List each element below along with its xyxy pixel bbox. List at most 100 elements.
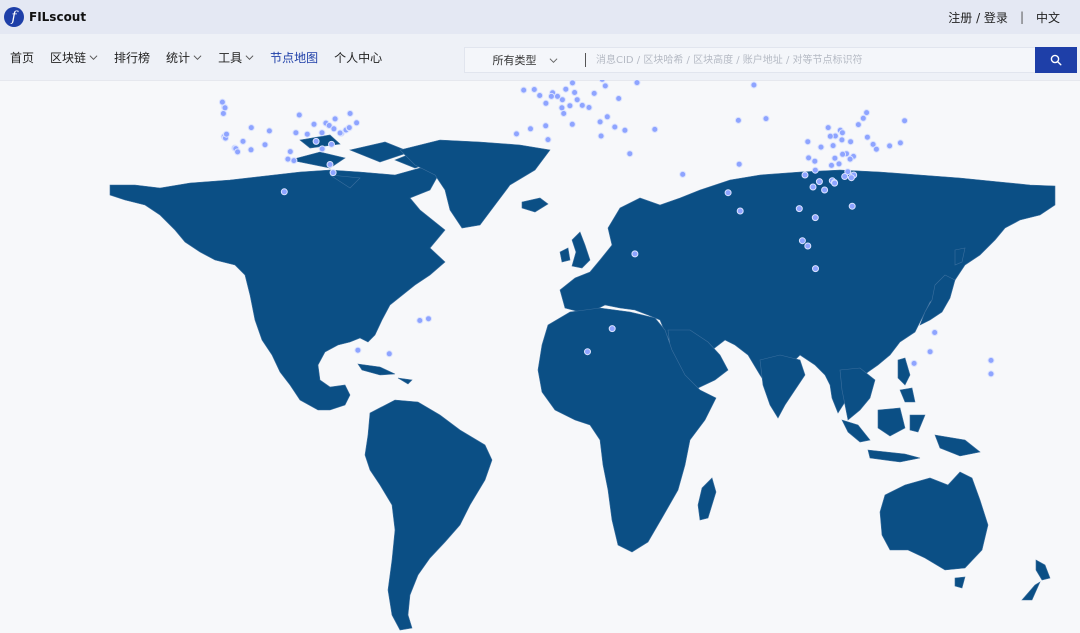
node-marker[interactable] (601, 82, 609, 90)
nav-blockchain[interactable]: 区块链 (50, 49, 98, 66)
node-marker[interactable] (331, 115, 339, 123)
node-marker[interactable] (554, 92, 561, 100)
node-marker[interactable] (219, 110, 227, 117)
search-type-select[interactable]: 所有类型 (465, 48, 585, 72)
node-marker[interactable] (804, 138, 812, 146)
node-marker[interactable] (817, 143, 825, 151)
node-marker[interactable] (633, 80, 641, 87)
node-marker[interactable] (798, 237, 806, 245)
node-marker[interactable] (838, 136, 846, 144)
node-marker[interactable] (328, 140, 335, 148)
node-marker[interactable] (542, 122, 550, 130)
node-marker[interactable] (831, 179, 839, 187)
node-marker[interactable] (821, 186, 829, 194)
node-marker[interactable] (310, 120, 318, 128)
node-marker[interactable] (247, 146, 255, 154)
node-marker[interactable] (847, 174, 855, 182)
node-marker[interactable] (815, 178, 823, 186)
node-marker[interactable] (608, 325, 616, 333)
node-marker[interactable] (354, 346, 362, 354)
node-marker[interactable] (598, 80, 606, 83)
node-marker[interactable] (536, 92, 544, 99)
nav-node-map[interactable]: 节点地图 (270, 49, 318, 66)
node-marker[interactable] (901, 117, 909, 125)
search-input[interactable] (585, 53, 1035, 67)
node-marker[interactable] (569, 80, 576, 87)
node-marker[interactable] (312, 137, 320, 145)
node-marker[interactable] (735, 160, 743, 168)
node-marker[interactable] (530, 86, 538, 93)
node-marker[interactable] (221, 104, 229, 112)
node-marker[interactable] (829, 142, 837, 150)
node-marker[interactable] (318, 145, 326, 153)
node-marker[interactable] (578, 101, 586, 109)
node-marker[interactable] (290, 157, 298, 165)
node-marker[interactable] (724, 189, 732, 197)
node-marker[interactable] (326, 161, 334, 168)
node-marker[interactable] (987, 370, 995, 378)
search-button[interactable] (1035, 47, 1077, 73)
node-marker[interactable] (547, 92, 555, 100)
node-marker[interactable] (863, 133, 871, 141)
node-marker[interactable] (284, 155, 292, 163)
node-marker[interactable] (590, 89, 598, 97)
node-marker[interactable] (809, 183, 817, 191)
node-marker[interactable] (854, 121, 862, 129)
nav-ranking[interactable]: 排行榜 (114, 49, 150, 66)
brand-logo[interactable]: f FILscout (4, 7, 86, 27)
language-switch[interactable]: 中文 (1036, 9, 1060, 26)
node-marker[interactable] (611, 123, 619, 131)
node-marker[interactable] (218, 98, 226, 106)
node-marker[interactable] (804, 242, 812, 250)
node-marker[interactable] (801, 171, 809, 179)
node-marker[interactable] (223, 130, 230, 138)
node-marker[interactable] (615, 95, 623, 102)
world-map-svg[interactable] (0, 80, 1080, 633)
node-marker[interactable] (566, 102, 574, 110)
node-marker[interactable] (568, 120, 576, 128)
node-marker[interactable] (651, 125, 659, 133)
nav-personal-center[interactable]: 个人中心 (334, 49, 382, 66)
node-marker[interactable] (848, 202, 856, 210)
node-marker[interactable] (736, 207, 744, 215)
node-marker[interactable] (621, 126, 629, 134)
node-marker[interactable] (247, 124, 255, 132)
node-marker[interactable] (835, 160, 843, 168)
node-marker[interactable] (345, 124, 353, 132)
node-marker[interactable] (425, 315, 432, 323)
node-marker[interactable] (805, 154, 813, 162)
node-marker[interactable] (603, 113, 611, 121)
node-marker[interactable] (679, 170, 687, 178)
node-marker[interactable] (841, 173, 849, 180)
node-marker[interactable] (527, 125, 534, 133)
node-marker[interactable] (750, 81, 758, 89)
node-marker[interactable] (987, 356, 995, 364)
node-marker[interactable] (872, 145, 880, 153)
node-marker[interactable] (385, 350, 393, 358)
node-marker[interactable] (416, 317, 424, 324)
node-marker[interactable] (826, 132, 834, 140)
node-marker[interactable] (896, 139, 904, 147)
node-marker[interactable] (831, 154, 839, 162)
node-marker[interactable] (846, 155, 854, 163)
node-marker[interactable] (280, 188, 288, 196)
node-marker[interactable] (863, 109, 871, 117)
node-marker[interactable] (292, 129, 300, 137)
nav-home[interactable]: 首页 (10, 49, 34, 66)
node-marker[interactable] (542, 99, 550, 107)
node-marker[interactable] (931, 329, 939, 336)
node-marker[interactable] (597, 132, 605, 140)
node-marker[interactable] (811, 214, 819, 222)
node-marker[interactable] (838, 129, 846, 137)
node-marker[interactable] (318, 129, 326, 137)
node-world-map[interactable] (0, 80, 1080, 633)
node-marker[interactable] (584, 348, 591, 356)
node-marker[interactable] (812, 265, 819, 273)
node-marker[interactable] (558, 104, 566, 112)
node-marker[interactable] (571, 89, 579, 96)
node-marker[interactable] (520, 86, 528, 94)
node-marker[interactable] (239, 137, 247, 145)
node-marker[interactable] (795, 205, 803, 213)
node-marker[interactable] (261, 141, 269, 149)
register-login-link[interactable]: 注册 / 登录 (948, 9, 1008, 26)
